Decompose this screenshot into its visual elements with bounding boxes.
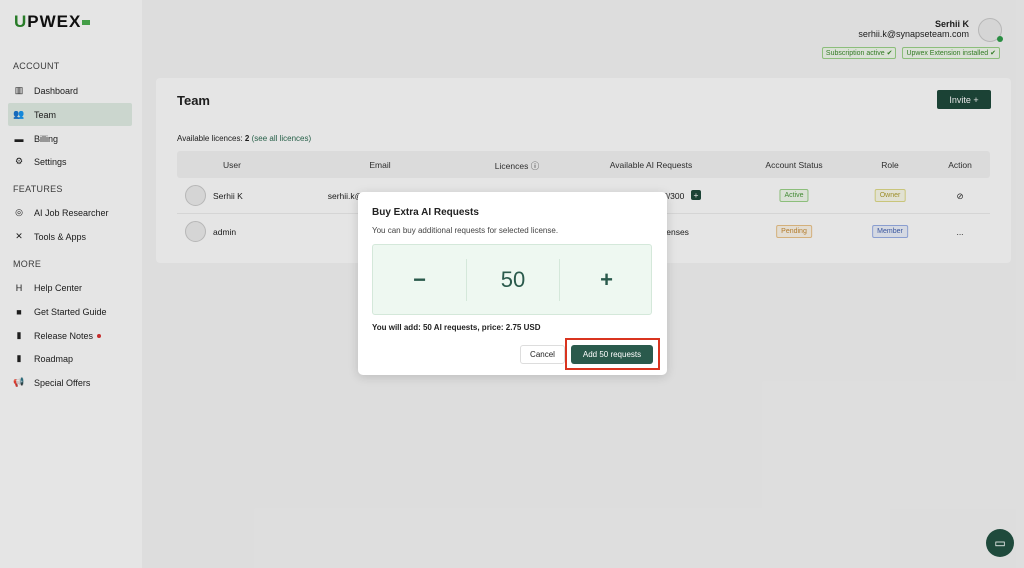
- decrement-button[interactable]: −: [373, 245, 466, 314]
- modal-subtitle: You can buy additional requests for sele…: [372, 226, 559, 235]
- highlight-box: [565, 338, 660, 370]
- quantity-stepper: − 50 +: [372, 244, 652, 315]
- modal-title: Buy Extra AI Requests: [372, 207, 479, 218]
- increment-button[interactable]: +: [560, 245, 653, 314]
- chat-icon[interactable]: ▭: [986, 529, 1014, 557]
- quantity-value[interactable]: 50: [466, 259, 560, 301]
- price-summary: You will add: 50 AI requests, price: 2.7…: [372, 323, 541, 332]
- cancel-button[interactable]: Cancel: [520, 345, 565, 364]
